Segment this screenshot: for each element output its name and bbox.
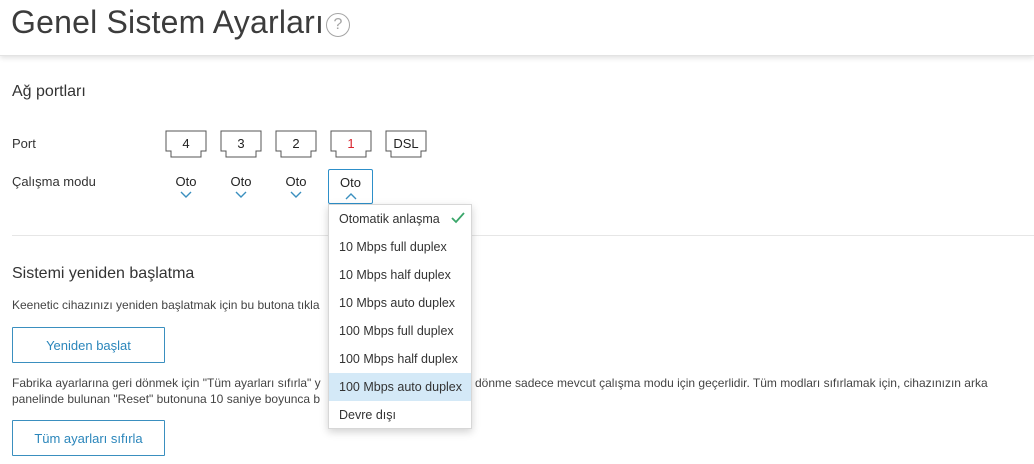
mode-value: Oto [230,174,252,189]
option-label: 100 Mbps auto duplex [339,380,463,394]
dropdown-option[interactable]: Otomatik anlaşma [329,205,471,233]
chevron-down-icon [235,191,247,198]
port-1-icon: 1 [330,130,372,158]
mode-select-port-3[interactable]: Oto [220,174,262,198]
mode-select-port-2[interactable]: Oto [275,174,317,198]
reset-description-part1: Fabrika ayarlarına geri dönmek için "Tüm… [12,376,321,390]
mode-value: Oto [285,174,307,189]
port-number: DSL [393,136,419,151]
mode-label: Çalışma modu [12,174,96,189]
option-label: 100 Mbps full duplex [339,324,454,338]
restart-button[interactable]: Yeniden başlat [12,327,165,363]
option-label: 100 Mbps half duplex [339,352,458,366]
reset-description-part2: dönme sadece mevcut çalışma modu için ge… [475,376,988,390]
port-number: 1 [347,136,355,151]
mode-value: Oto [340,175,361,190]
help-icon[interactable]: ? [326,13,350,37]
dropdown-option[interactable]: 10 Mbps half duplex [329,261,471,289]
port-dsl-icon: DSL [385,130,427,158]
option-label: Otomatik anlaşma [339,212,440,226]
chevron-down-icon [180,191,192,198]
port-2-icon: 2 [275,130,317,158]
restart-section-title: Sistemi yeniden başlatma [12,265,195,282]
ports-section-title: Ağ portları [12,83,86,100]
dropdown-option[interactable]: 10 Mbps full duplex [329,233,471,261]
dropdown-option[interactable]: 10 Mbps auto duplex [329,289,471,317]
mode-value: Oto [175,174,197,189]
port-number: 2 [292,136,300,151]
checkmark-icon [451,212,465,224]
option-label: Devre dışı [339,408,396,422]
option-label: 10 Mbps half duplex [339,268,451,282]
port-label: Port [12,136,36,151]
port-number: 4 [182,136,190,151]
dropdown-option[interactable]: 100 Mbps half duplex [329,345,471,373]
mode-dropdown-menu: Otomatik anlaşma 10 Mbps full duplex 10 … [328,204,472,429]
port-4-icon: 4 [165,130,207,158]
chevron-down-icon [290,191,302,198]
mode-select-port-1[interactable]: Oto [328,169,373,204]
section-divider [12,235,1034,236]
port-number: 3 [237,136,245,151]
dropdown-option[interactable]: Devre dışı [329,401,471,429]
restart-description: Keenetic cihazınızı yeniden başlatmak iç… [12,298,320,312]
option-label: 10 Mbps full duplex [339,240,447,254]
port-3-icon: 3 [220,130,262,158]
option-label: 10 Mbps auto duplex [339,296,456,310]
dropdown-option[interactable]: 100 Mbps full duplex [329,317,471,345]
reset-all-button[interactable]: Tüm ayarları sıfırla [12,420,165,456]
page-header: Genel Sistem Ayarları ? [0,0,1034,56]
dropdown-option-highlighted[interactable]: 100 Mbps auto duplex [329,373,471,401]
page-title: Genel Sistem Ayarları [11,4,325,40]
mode-select-port-4[interactable]: Oto [165,174,207,198]
chevron-up-icon [345,193,356,200]
reset-description-line2: panelinde bulunan "Reset" butonuna 10 sa… [12,392,321,406]
